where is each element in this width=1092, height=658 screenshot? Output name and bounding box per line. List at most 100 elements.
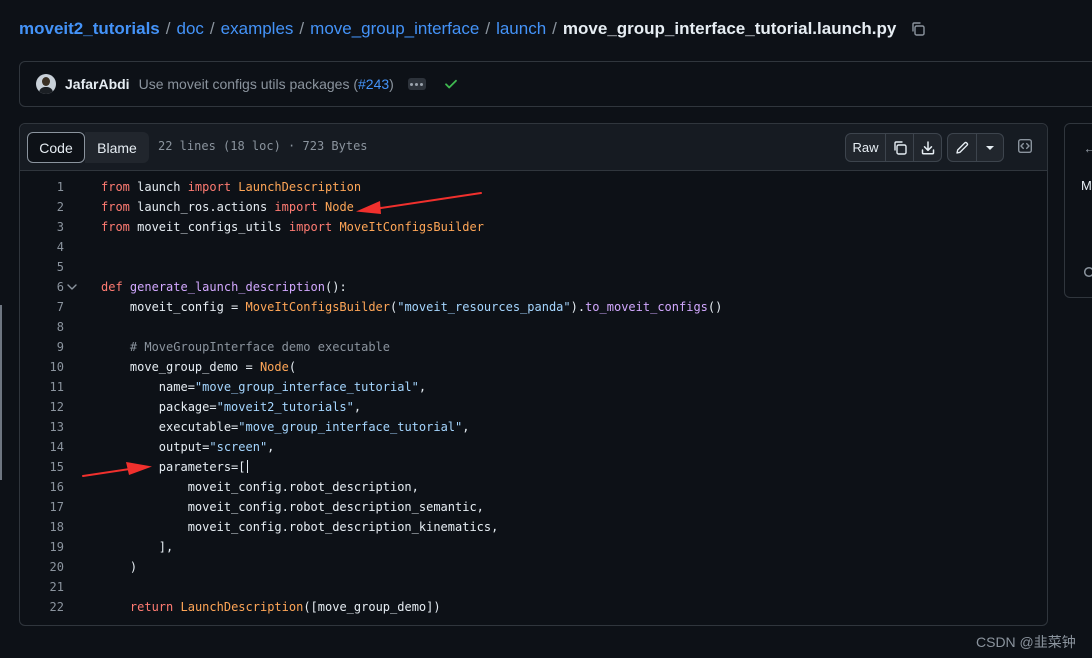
code-text: from launch import LaunchDescription [101,180,362,194]
code-text: moveit_config.robot_description_semantic… [101,500,484,514]
breadcrumb-repo-link[interactable]: moveit2_tutorials [19,19,160,39]
code-text: from launch_ros.actions import Node [101,200,354,214]
line-number[interactable]: 5 [20,257,64,277]
commit-message[interactable]: Use moveit configs utils packages (#243) [139,76,394,92]
pencil-icon [956,141,969,154]
line-number[interactable]: 3 [20,217,64,237]
file-info: 22 lines (18 loc) · 723 Bytes [158,139,368,153]
line-number[interactable]: 6 [20,277,64,297]
code-line: 1 from launch import LaunchDescription [20,177,1047,197]
fold-chevron-icon[interactable] [67,283,77,291]
commit-pr-link[interactable]: #243 [358,76,389,92]
symbols-panel-button[interactable] [1016,137,1034,155]
line-number[interactable]: 17 [20,497,64,517]
code-text: name="move_group_interface_tutorial", [101,380,427,394]
code-line: 17 moveit_config.robot_description_seman… [20,497,1047,517]
edit-dropdown-button[interactable] [976,134,1003,161]
commit-message-end: ) [389,76,394,92]
edit-file-button[interactable] [948,134,976,161]
check-status-icon[interactable] [444,77,458,91]
file-toolbar: Code Blame 22 lines (18 loc) · 723 Bytes… [20,124,1047,171]
line-number[interactable]: 14 [20,437,64,457]
line-number[interactable]: 7 [20,297,64,317]
code-line: 6 def generate_launch_description(): [20,277,1047,297]
code-line: 20 ) [20,557,1047,577]
line-number[interactable]: 16 [20,477,64,497]
code-line: 12 package="moveit2_tutorials", [20,397,1047,417]
line-number[interactable]: 22 [20,597,64,617]
code-line: 13 executable="move_group_interface_tuto… [20,417,1047,437]
search-icon[interactable] [1083,266,1092,280]
tab-blame[interactable]: Blame [85,132,149,163]
raw-actions-group: Raw [845,133,942,162]
code-line: 8 [20,317,1047,337]
symbols-side-panel: ← Mo [1064,123,1092,298]
left-edge-marker [0,305,2,480]
code-text: output="screen", [101,440,275,454]
copy-path-icon[interactable] [909,20,927,38]
side-panel-title: Mo [1081,178,1092,193]
commit-author-link[interactable]: JafarAbdi [65,76,130,92]
line-number[interactable]: 12 [20,397,64,417]
line-number[interactable]: 15 [20,457,64,477]
tab-code[interactable]: Code [27,132,85,163]
line-number[interactable]: 20 [20,557,64,577]
code-text: executable="move_group_interface_tutoria… [101,420,470,434]
download-button[interactable] [913,134,941,161]
code-line: 14 output="screen", [20,437,1047,457]
code-line: 5 [20,257,1047,277]
arrow-left-icon[interactable]: ← [1083,140,1092,156]
commit-details-button[interactable] [407,78,426,90]
code-line: 11 name="move_group_interface_tutorial", [20,377,1047,397]
breadcrumb-link-move-group-interface[interactable]: move_group_interface [310,19,479,39]
code-text: return LaunchDescription([move_group_dem… [129,600,441,614]
line-number[interactable]: 9 [20,337,64,357]
code-line: 21 [20,577,1047,597]
line-number[interactable]: 10 [20,357,64,377]
breadcrumb-link-examples[interactable]: examples [221,19,294,39]
code-text: moveit_config.robot_description, [101,480,419,494]
code-square-icon [1018,139,1033,154]
code-line: 4 [20,237,1047,257]
edit-actions-group [947,133,1004,162]
annotation-arrow-icon [82,462,152,477]
code-line: 22 return LaunchDescription([move_group_… [20,597,1047,617]
code-line: 7 moveit_config = MoveItConfigsBuilder("… [20,297,1047,317]
code-body[interactable]: 1 from launch import LaunchDescription 2 f… [20,177,1047,617]
copy-icon [893,140,907,155]
line-number[interactable]: 8 [20,317,64,337]
commit-message-text: Use moveit configs utils packages ( [138,76,359,92]
code-line: 2 from launch_ros.actions import Node [20,197,1047,217]
author-avatar[interactable] [36,74,56,94]
code-text: # MoveGroupInterface demo executable [129,340,390,354]
code-line: 19 ], [20,537,1047,557]
file-viewer: Code Blame 22 lines (18 loc) · 723 Bytes… [19,123,1048,626]
code-text: def generate_launch_description(): [101,280,347,294]
breadcrumb-separator: / [165,19,171,38]
code-line: 9 # MoveGroupInterface demo executable [20,337,1047,357]
raw-button[interactable]: Raw [846,134,885,161]
line-number[interactable]: 18 [20,517,64,537]
watermark: CSDN @韭菜钟 [976,634,1076,650]
line-number[interactable]: 4 [20,237,64,257]
breadcrumb-link-launch[interactable]: launch [496,19,546,39]
line-number[interactable]: 13 [20,417,64,437]
code-line: 15 parameters=[ [20,457,1047,477]
code-line: 18 moveit_config.robot_description_kinem… [20,517,1047,537]
annotation-arrow-icon [356,192,482,214]
line-number[interactable]: 2 [20,197,64,217]
breadcrumb-separator: / [209,19,215,38]
line-number[interactable]: 11 [20,377,64,397]
breadcrumb-separator: / [485,19,491,38]
view-mode-toggle: Code Blame [27,132,149,163]
line-number[interactable]: 19 [20,537,64,557]
line-number[interactable]: 1 [20,177,64,197]
copy-raw-button[interactable] [885,134,913,161]
breadcrumb-link-doc[interactable]: doc [177,19,204,39]
code-line: 3 from moveit_configs_utils import MoveIt… [20,217,1047,237]
breadcrumb-separator: / [299,19,305,38]
code-text: ], [101,540,174,554]
breadcrumb-current-file: move_group_interface_tutorial.launch.py [562,19,897,38]
breadcrumb: moveit2_tutorials / doc / examples / mov… [19,17,927,41]
line-number[interactable]: 21 [20,577,64,597]
